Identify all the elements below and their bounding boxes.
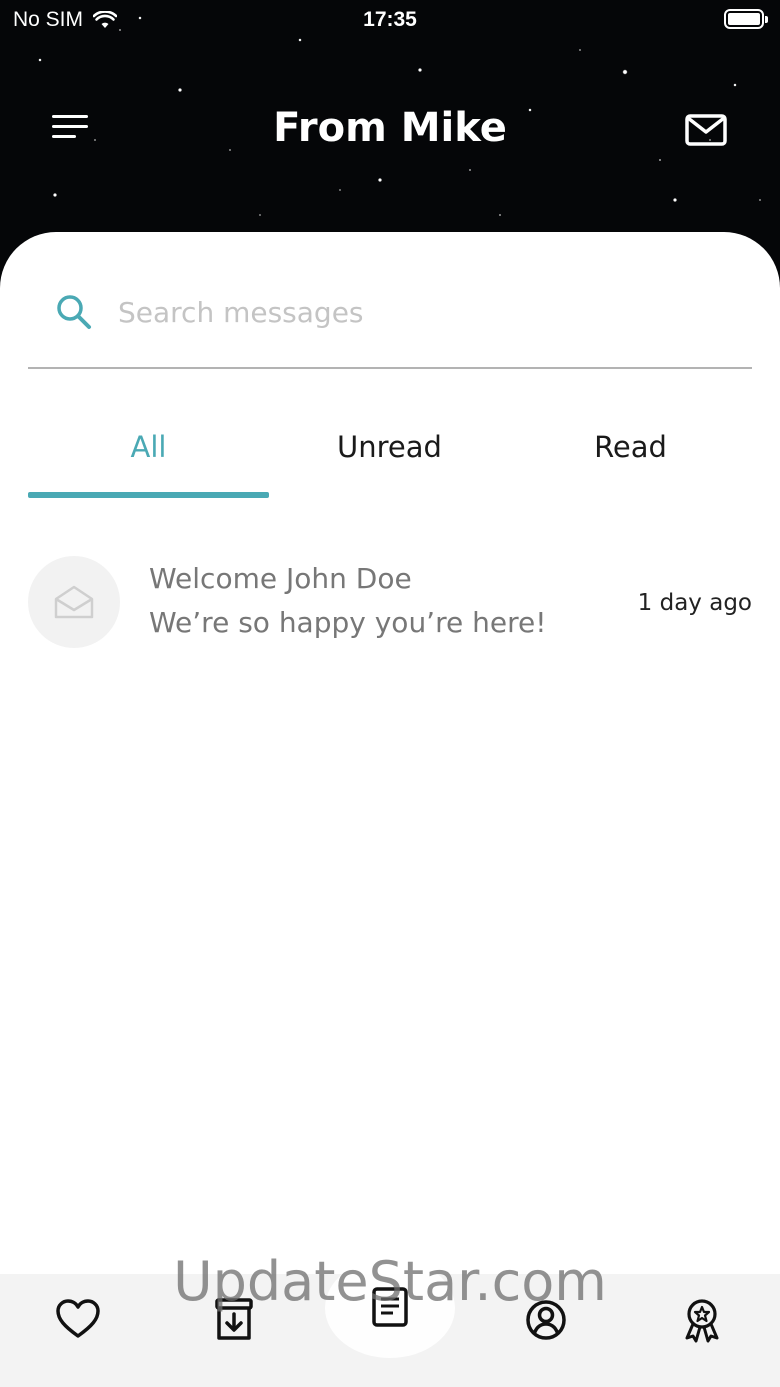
- tab-active-indicator: [28, 492, 269, 498]
- status-bar: No SIM 17:35: [0, 0, 780, 40]
- archive-download-icon[interactable]: [210, 1296, 258, 1344]
- award-ribbon-icon[interactable]: [678, 1296, 726, 1344]
- open-envelope-icon: [54, 585, 94, 619]
- page-title: From Mike: [273, 105, 507, 151]
- message-title: Welcome John Doe: [149, 562, 412, 595]
- message-list-item[interactable]: Welcome John Doe We’re so happy you’re h…: [28, 552, 752, 652]
- search-input[interactable]: [118, 286, 718, 338]
- heart-icon[interactable]: [54, 1296, 102, 1344]
- tab-all[interactable]: All: [28, 418, 269, 498]
- document-icon[interactable]: [366, 1284, 414, 1332]
- search-bar: [28, 268, 752, 369]
- user-circle-icon[interactable]: [522, 1296, 570, 1344]
- tab-label: Unread: [337, 430, 442, 464]
- message-timestamp: 1 day ago: [637, 590, 752, 616]
- tab-label: All: [130, 430, 167, 464]
- bottom-nav: [0, 1258, 780, 1387]
- tab-read[interactable]: Read: [510, 418, 751, 498]
- mail-icon[interactable]: [684, 112, 728, 148]
- tab-label: Read: [594, 430, 667, 464]
- message-preview: We’re so happy you’re here!: [149, 606, 547, 639]
- message-avatar: [28, 556, 120, 648]
- content-sheet: All Unread Read Welcome John Doe We’re s…: [0, 232, 780, 1387]
- battery-icon: [724, 9, 768, 29]
- tab-unread[interactable]: Unread: [269, 418, 510, 498]
- search-icon: [57, 295, 91, 329]
- status-time: 17:35: [363, 8, 417, 31]
- filter-tabs: All Unread Read: [28, 418, 752, 498]
